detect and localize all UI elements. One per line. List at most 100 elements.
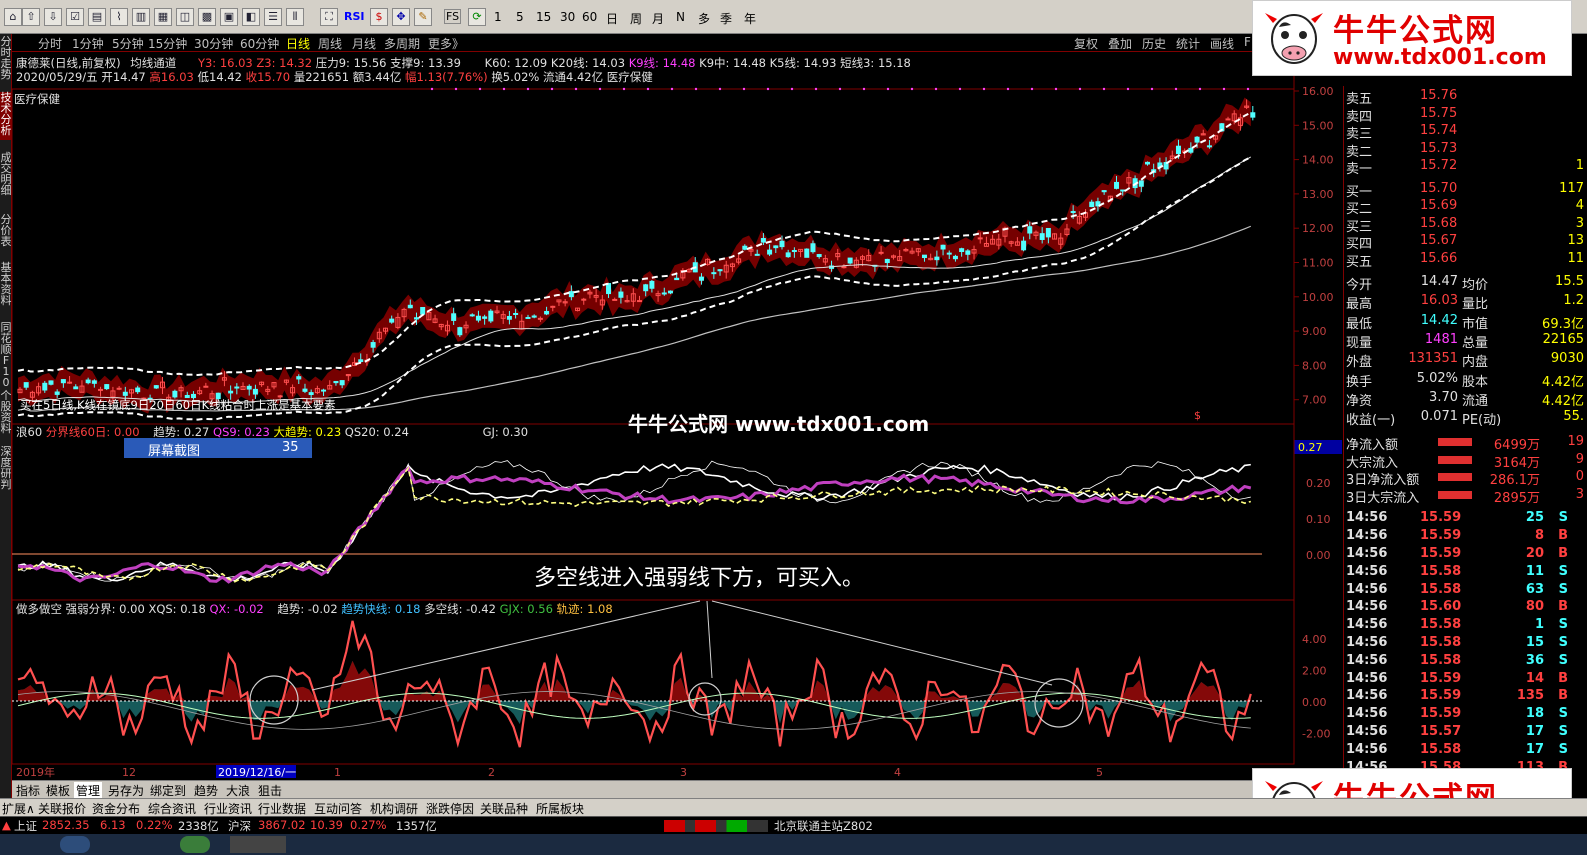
period-year[interactable]: 年: [744, 10, 756, 27]
buy-price[interactable]: 15.69: [1420, 198, 1457, 213]
period-n[interactable]: N: [676, 10, 685, 24]
left-tab-7[interactable]: 深度研判: [0, 446, 12, 494]
down-icon[interactable]: ▤: [88, 8, 106, 26]
crosshair-icon[interactable]: ✥: [392, 8, 410, 26]
btab-wave[interactable]: 大浪: [224, 782, 252, 799]
list-icon[interactable]: ☰: [264, 8, 282, 26]
period-5min[interactable]: 5分钟: [112, 35, 144, 52]
day-count-1[interactable]: 1: [494, 10, 502, 24]
fullscreen-icon[interactable]: ⛶: [320, 8, 338, 26]
tool-stats[interactable]: 统计: [1176, 35, 1200, 52]
period-season[interactable]: 季: [720, 10, 732, 27]
window2-icon[interactable]: ◧: [242, 8, 260, 26]
tick-row: 14:56 15.58 63 S: [1344, 582, 1587, 600]
taskbar-app-icon[interactable]: [230, 836, 286, 853]
period-15min[interactable]: 15分钟: [148, 35, 187, 52]
window-icon[interactable]: ◫: [176, 8, 194, 26]
period-monthly[interactable]: 月线: [352, 35, 376, 52]
refresh-icon[interactable]: ⟳: [468, 8, 486, 26]
period-multi[interactable]: 多: [698, 10, 710, 27]
dollar-icon[interactable]: $: [370, 8, 388, 26]
btab-template[interactable]: 模板: [44, 782, 72, 799]
back-icon[interactable]: ⇧: [22, 8, 40, 26]
candle-body: [54, 391, 60, 395]
etab-0[interactable]: 扩展∧: [0, 800, 37, 817]
period-month[interactable]: 月: [652, 10, 664, 27]
etab-6[interactable]: 互动问答: [312, 800, 364, 817]
tool-drawline[interactable]: 画线: [1210, 35, 1234, 52]
left-tab-1[interactable]: 技术分析: [0, 92, 12, 140]
panel3-name[interactable]: 做多做空: [16, 602, 62, 616]
etab-1[interactable]: 关联报价: [36, 800, 88, 817]
taskbar-app-icon[interactable]: [60, 836, 90, 853]
candle-body: [637, 300, 642, 303]
buy-price[interactable]: 15.66: [1420, 251, 1457, 266]
sh-label[interactable]: 上证: [14, 818, 37, 834]
sell-price[interactable]: 15.76: [1420, 88, 1457, 103]
grid-icon[interactable]: ▩: [198, 8, 216, 26]
period-daily[interactable]: 日线: [286, 35, 310, 52]
day-count-30[interactable]: 30: [560, 10, 575, 24]
btab-manage[interactable]: 管理: [74, 782, 103, 799]
period-week[interactable]: 周: [630, 10, 642, 27]
etab-10[interactable]: 所属板块: [534, 800, 586, 817]
etab-8[interactable]: 涨跌停因: [424, 800, 476, 817]
btab-saveas[interactable]: 另存为: [106, 782, 146, 799]
left-tab-2[interactable]: 成交明细: [0, 152, 12, 200]
left-tab-5[interactable]: 同花顺F10: [0, 322, 12, 388]
period-60min[interactable]: 60分钟: [240, 35, 279, 52]
sell-price[interactable]: 15.73: [1420, 141, 1457, 156]
hs-label[interactable]: 沪深: [228, 818, 251, 834]
tool-history[interactable]: 历史: [1142, 35, 1166, 52]
day-count-60[interactable]: 60: [582, 10, 597, 24]
period-fenshi[interactable]: 分时: [38, 35, 62, 52]
candle-icon[interactable]: ▥: [132, 8, 150, 26]
period-day[interactable]: 日: [606, 10, 618, 27]
btab-indicator[interactable]: 指标: [14, 782, 42, 799]
fs-button[interactable]: FS: [444, 9, 462, 24]
etab-3[interactable]: 综合资讯: [146, 800, 198, 817]
period-1min[interactable]: 1分钟: [72, 35, 104, 52]
etab-9[interactable]: 关联品种: [478, 800, 530, 817]
etab-4[interactable]: 行业资讯: [202, 800, 254, 817]
chart-icon[interactable]: ⌇: [110, 8, 128, 26]
btab-bind[interactable]: 绑定到: [148, 782, 188, 799]
left-tab-3[interactable]: 分价表: [0, 214, 12, 250]
pen-icon[interactable]: ✎: [414, 8, 432, 26]
buy-price[interactable]: 15.67: [1420, 233, 1457, 248]
panel2-name[interactable]: 浪60: [16, 425, 42, 439]
tool-overlay[interactable]: 叠加: [1108, 35, 1132, 52]
left-tab-0[interactable]: 分时走势: [0, 36, 12, 84]
server-name[interactable]: 北京联通主站Z802: [774, 818, 873, 834]
left-tab-4[interactable]: 基本资料: [0, 262, 12, 310]
taskbar-app-icon[interactable]: [180, 836, 210, 853]
home-icon[interactable]: ⌂: [4, 8, 22, 26]
buy-price[interactable]: 15.68: [1420, 216, 1457, 231]
layout-icon[interactable]: ▦: [154, 8, 172, 26]
left-tab-6[interactable]: 个股资料: [0, 390, 12, 438]
period-more[interactable]: 更多》: [428, 35, 464, 52]
rsi-button[interactable]: RSI: [344, 10, 365, 23]
period-weekly[interactable]: 周线: [318, 35, 342, 52]
period-30min[interactable]: 30分钟: [194, 35, 233, 52]
day-count-15[interactable]: 15: [536, 10, 551, 24]
period-multi[interactable]: 多周期: [384, 35, 420, 52]
screenshot-badge[interactable]: 屏幕截图 35: [124, 438, 312, 459]
table-icon[interactable]: ▣: [220, 8, 238, 26]
btab-trend[interactable]: 趋势: [192, 782, 220, 799]
tool-f[interactable]: F: [1244, 35, 1251, 49]
etab-2[interactable]: 资金分布: [90, 800, 142, 817]
etab-7[interactable]: 机构调研: [368, 800, 420, 817]
tool-fuquan[interactable]: 复权: [1074, 35, 1098, 52]
btab-snipe[interactable]: 狙击: [256, 782, 284, 799]
forward-icon[interactable]: ⇩: [44, 8, 62, 26]
bars-icon[interactable]: ⫴: [286, 8, 304, 26]
sell-price[interactable]: 15.74: [1420, 123, 1457, 138]
buy-price[interactable]: 15.70: [1420, 181, 1457, 196]
etab-5[interactable]: 行业数据: [256, 800, 308, 817]
day-count-5[interactable]: 5: [516, 10, 524, 24]
sell-price[interactable]: 15.72: [1420, 158, 1457, 173]
sell-price[interactable]: 15.75: [1420, 106, 1457, 121]
candle-body: [370, 342, 376, 348]
up-icon[interactable]: ☑: [66, 8, 84, 26]
